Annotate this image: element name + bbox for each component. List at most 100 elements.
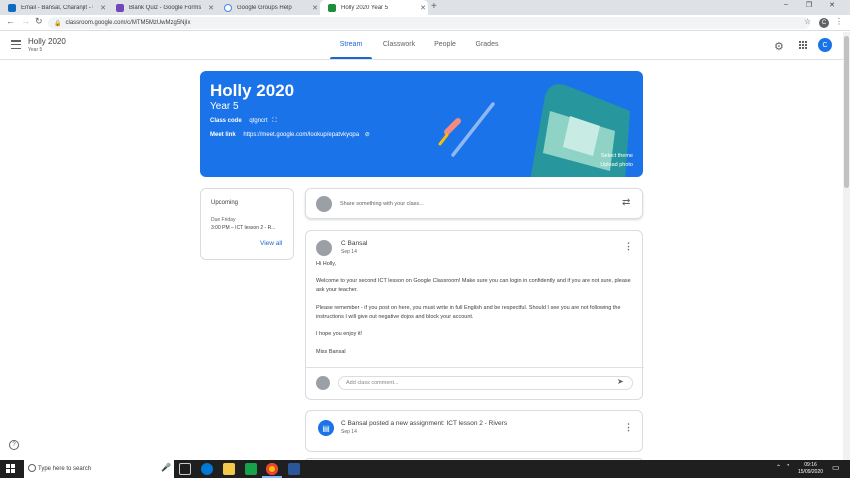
fullscreen-icon[interactable]: ⛶ <box>272 118 276 124</box>
forms-icon <box>116 3 124 12</box>
reload-icon[interactable]: ↻ <box>35 16 43 27</box>
more-options-icon[interactable]: ⋮ <box>624 422 633 433</box>
address-bar[interactable]: 🔒 classroom.google.com/c/MTM5MzUwMzg5NjI… <box>48 17 810 29</box>
task-view-icon[interactable] <box>179 463 191 475</box>
stream-post: C Bansal Sep 14 ⋮ Hi Holly, Welcome to y… <box>305 230 644 400</box>
class-code-row: Class code qtgncrt ⛶ <box>210 118 277 125</box>
tab-title: Blank Quiz - Google Forms <box>129 4 201 11</box>
post-signature: Miss Bansal <box>316 349 346 355</box>
taskbar-clock[interactable]: 09:16 15/09/2020 <box>798 462 823 476</box>
url-text: classroom.google.com/c/MTM5MzUwMzg5NjIx <box>65 20 191 26</box>
tab-grades[interactable]: Grades <box>466 41 508 48</box>
browser-tab-outlook[interactable]: Email - Bansal, Charanjit - Outlo ✕ <box>0 0 108 15</box>
repost-icon[interactable]: ⇄ <box>622 197 630 208</box>
maximize-button[interactable]: ❐ <box>803 1 815 9</box>
due-date: Due Friday <box>211 217 236 223</box>
app-icon[interactable] <box>245 463 257 475</box>
upcoming-task-link[interactable]: 3:00 PM – ICT lesson 2 - R... <box>211 225 275 231</box>
outlook-icon <box>8 3 16 12</box>
class-code-value: qtgncrt <box>249 118 268 124</box>
clock-time: 09:16 <box>804 462 817 468</box>
select-theme-link[interactable]: Select theme <box>601 153 633 159</box>
upcoming-card: Upcoming Due Friday 3:00 PM – ICT lesson… <box>200 188 294 260</box>
word-icon[interactable] <box>288 463 300 475</box>
microphone-icon[interactable]: 🎤 <box>161 463 171 472</box>
forward-icon[interactable]: → <box>21 16 30 26</box>
google-icon <box>224 3 232 12</box>
search-icon <box>28 464 36 472</box>
tab-title: Email - Bansal, Charanjit - Outlo <box>21 4 93 11</box>
share-placeholder: Share something with your class... <box>340 201 424 207</box>
assignment-date: Sep 14 <box>341 429 357 435</box>
assignment-icon: ▤ <box>318 420 334 436</box>
file-explorer-icon[interactable] <box>223 463 235 475</box>
post-paragraph: Please remember - if you post on here, y… <box>316 305 621 320</box>
clock-date: 15/09/2020 <box>798 469 824 475</box>
help-icon[interactable]: ? <box>9 440 19 450</box>
meet-link-row: Meet link https://meet.google.com/lookup… <box>210 131 370 138</box>
post-paragraph: Welcome to your second ICT lesson on Goo… <box>316 278 631 293</box>
share-announcement-box[interactable]: Share something with your class... ⇄ <box>305 188 643 219</box>
browser-profile-avatar[interactable]: C <box>819 18 829 28</box>
browser-tab-classroom[interactable]: Holly 2020 Year 5 ✕ <box>320 0 428 15</box>
post-greeting: Hi Holly, <box>316 261 337 267</box>
meet-link-label: Meet link <box>210 132 236 138</box>
tray-arrow-icon[interactable]: ⌃ <box>776 464 781 471</box>
minimize-button[interactable]: – <box>780 1 792 8</box>
active-tab-indicator <box>330 57 372 59</box>
view-all-link[interactable]: View all <box>260 240 282 247</box>
gear-icon[interactable]: ⚙ <box>774 40 784 53</box>
browser-menu-icon[interactable]: ⋮ <box>835 17 843 26</box>
browser-tab-groups[interactable]: Google Groups Help ✕ <box>216 0 320 15</box>
windows-start-icon[interactable] <box>6 464 15 473</box>
send-icon[interactable]: ➤ <box>617 377 624 386</box>
account-avatar[interactable]: C <box>818 38 832 52</box>
edge-icon[interactable] <box>201 463 213 475</box>
tab-title: Holly 2020 Year 5 <box>341 4 389 11</box>
tab-title: Google Groups Help <box>237 4 292 11</box>
author-avatar <box>316 240 332 256</box>
upload-photo-link[interactable]: Upload photo <box>600 162 633 168</box>
comment-row: Add class comment... ➤ <box>306 367 644 400</box>
bookmark-star-icon[interactable]: ☆ <box>804 17 811 26</box>
tab-people[interactable]: People <box>424 41 466 48</box>
tab-stream[interactable]: Stream <box>330 41 372 48</box>
close-window-button[interactable]: ✕ <box>826 1 838 9</box>
meet-link-url[interactable]: https://meet.google.com/lookup/epatvkyop… <box>243 132 359 138</box>
class-section: Year 5 <box>28 47 43 53</box>
scrollbar-thumb[interactable] <box>844 36 849 188</box>
close-tab-icon[interactable]: ✕ <box>310 4 320 12</box>
new-tab-button[interactable]: + <box>431 1 437 12</box>
close-tab-icon[interactable]: ✕ <box>418 4 428 12</box>
avatar <box>316 196 332 212</box>
comment-input[interactable]: Add class comment... <box>338 376 633 390</box>
assignment-post[interactable]: ▤ C Bansal posted a new assignment: ICT … <box>305 410 643 452</box>
visibility-off-icon[interactable]: ⊘ <box>365 132 370 138</box>
browser-tab-forms[interactable]: Blank Quiz - Google Forms ✕ <box>108 0 216 15</box>
close-tab-icon[interactable]: ✕ <box>98 4 108 12</box>
notification-icon[interactable]: ▭ <box>832 463 840 472</box>
more-options-icon[interactable]: ⋮ <box>624 241 633 252</box>
banner-subtitle: Year 5 <box>210 101 239 112</box>
banner-title: Holly 2020 <box>210 81 295 100</box>
post-paragraph: I hope you enjoy it! <box>316 331 363 337</box>
chrome-icon[interactable] <box>266 463 278 475</box>
upcoming-title: Upcoming <box>211 200 239 206</box>
back-icon[interactable]: ← <box>6 16 15 26</box>
post-author: C Bansal <box>341 240 368 247</box>
search-placeholder: Type here to search <box>38 466 92 472</box>
hamburger-menu-icon[interactable] <box>11 40 21 49</box>
network-icon[interactable]: ◔ <box>786 463 790 469</box>
close-tab-icon[interactable]: ✕ <box>206 4 216 12</box>
avatar <box>316 376 330 390</box>
classroom-icon <box>328 3 336 12</box>
assignment-text: C Bansal posted a new assignment: ICT le… <box>341 420 508 427</box>
google-apps-icon[interactable] <box>799 41 807 49</box>
comment-placeholder: Add class comment... <box>346 380 399 386</box>
class-code-label: Class code <box>210 118 242 124</box>
taskbar-search[interactable]: Type here to search <box>24 460 174 478</box>
classroom-header <box>0 32 843 60</box>
post-date: Sep 14 <box>341 249 357 255</box>
class-name[interactable]: Holly 2020 <box>28 37 66 46</box>
tab-classwork[interactable]: Classwork <box>378 41 420 48</box>
